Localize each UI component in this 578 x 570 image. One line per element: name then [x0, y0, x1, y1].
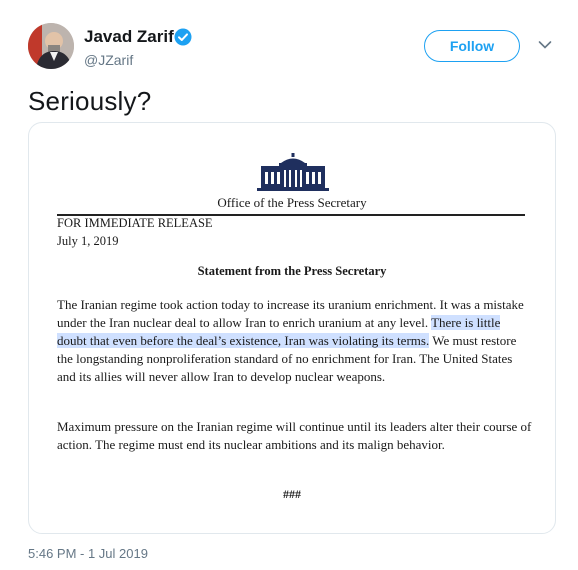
release-date: July 1, 2019 — [57, 234, 119, 248]
statement-image[interactable]: Office of the Press Secretary FOR IMMEDI… — [28, 122, 556, 534]
office-title: Office of the Press Secretary — [217, 195, 367, 210]
avatar[interactable] — [28, 23, 74, 69]
statement-heading: Statement from the Press Secretary — [197, 264, 387, 278]
tweet-timestamp[interactable]: 5:46 PM - 1 Jul 2019 — [28, 546, 148, 561]
white-house-icon — [257, 153, 329, 191]
statement-paragraph-1: The Iranian regime took action today to … — [57, 296, 533, 386]
follow-button[interactable]: Follow — [424, 30, 520, 62]
statement-paragraph-2: Maximum pressure on the Iranian regime w… — [57, 419, 532, 452]
end-mark: ### — [283, 487, 301, 501]
verified-badge-icon — [174, 28, 192, 46]
display-name[interactable]: Javad Zarif — [84, 27, 174, 47]
avatar-image — [28, 23, 74, 69]
user-handle[interactable]: @JZarif — [84, 52, 133, 68]
release-label: FOR IMMEDIATE RELEASE — [57, 216, 213, 230]
tweet-text: Seriously? — [28, 86, 152, 116]
chevron-down-icon[interactable] — [538, 40, 552, 50]
